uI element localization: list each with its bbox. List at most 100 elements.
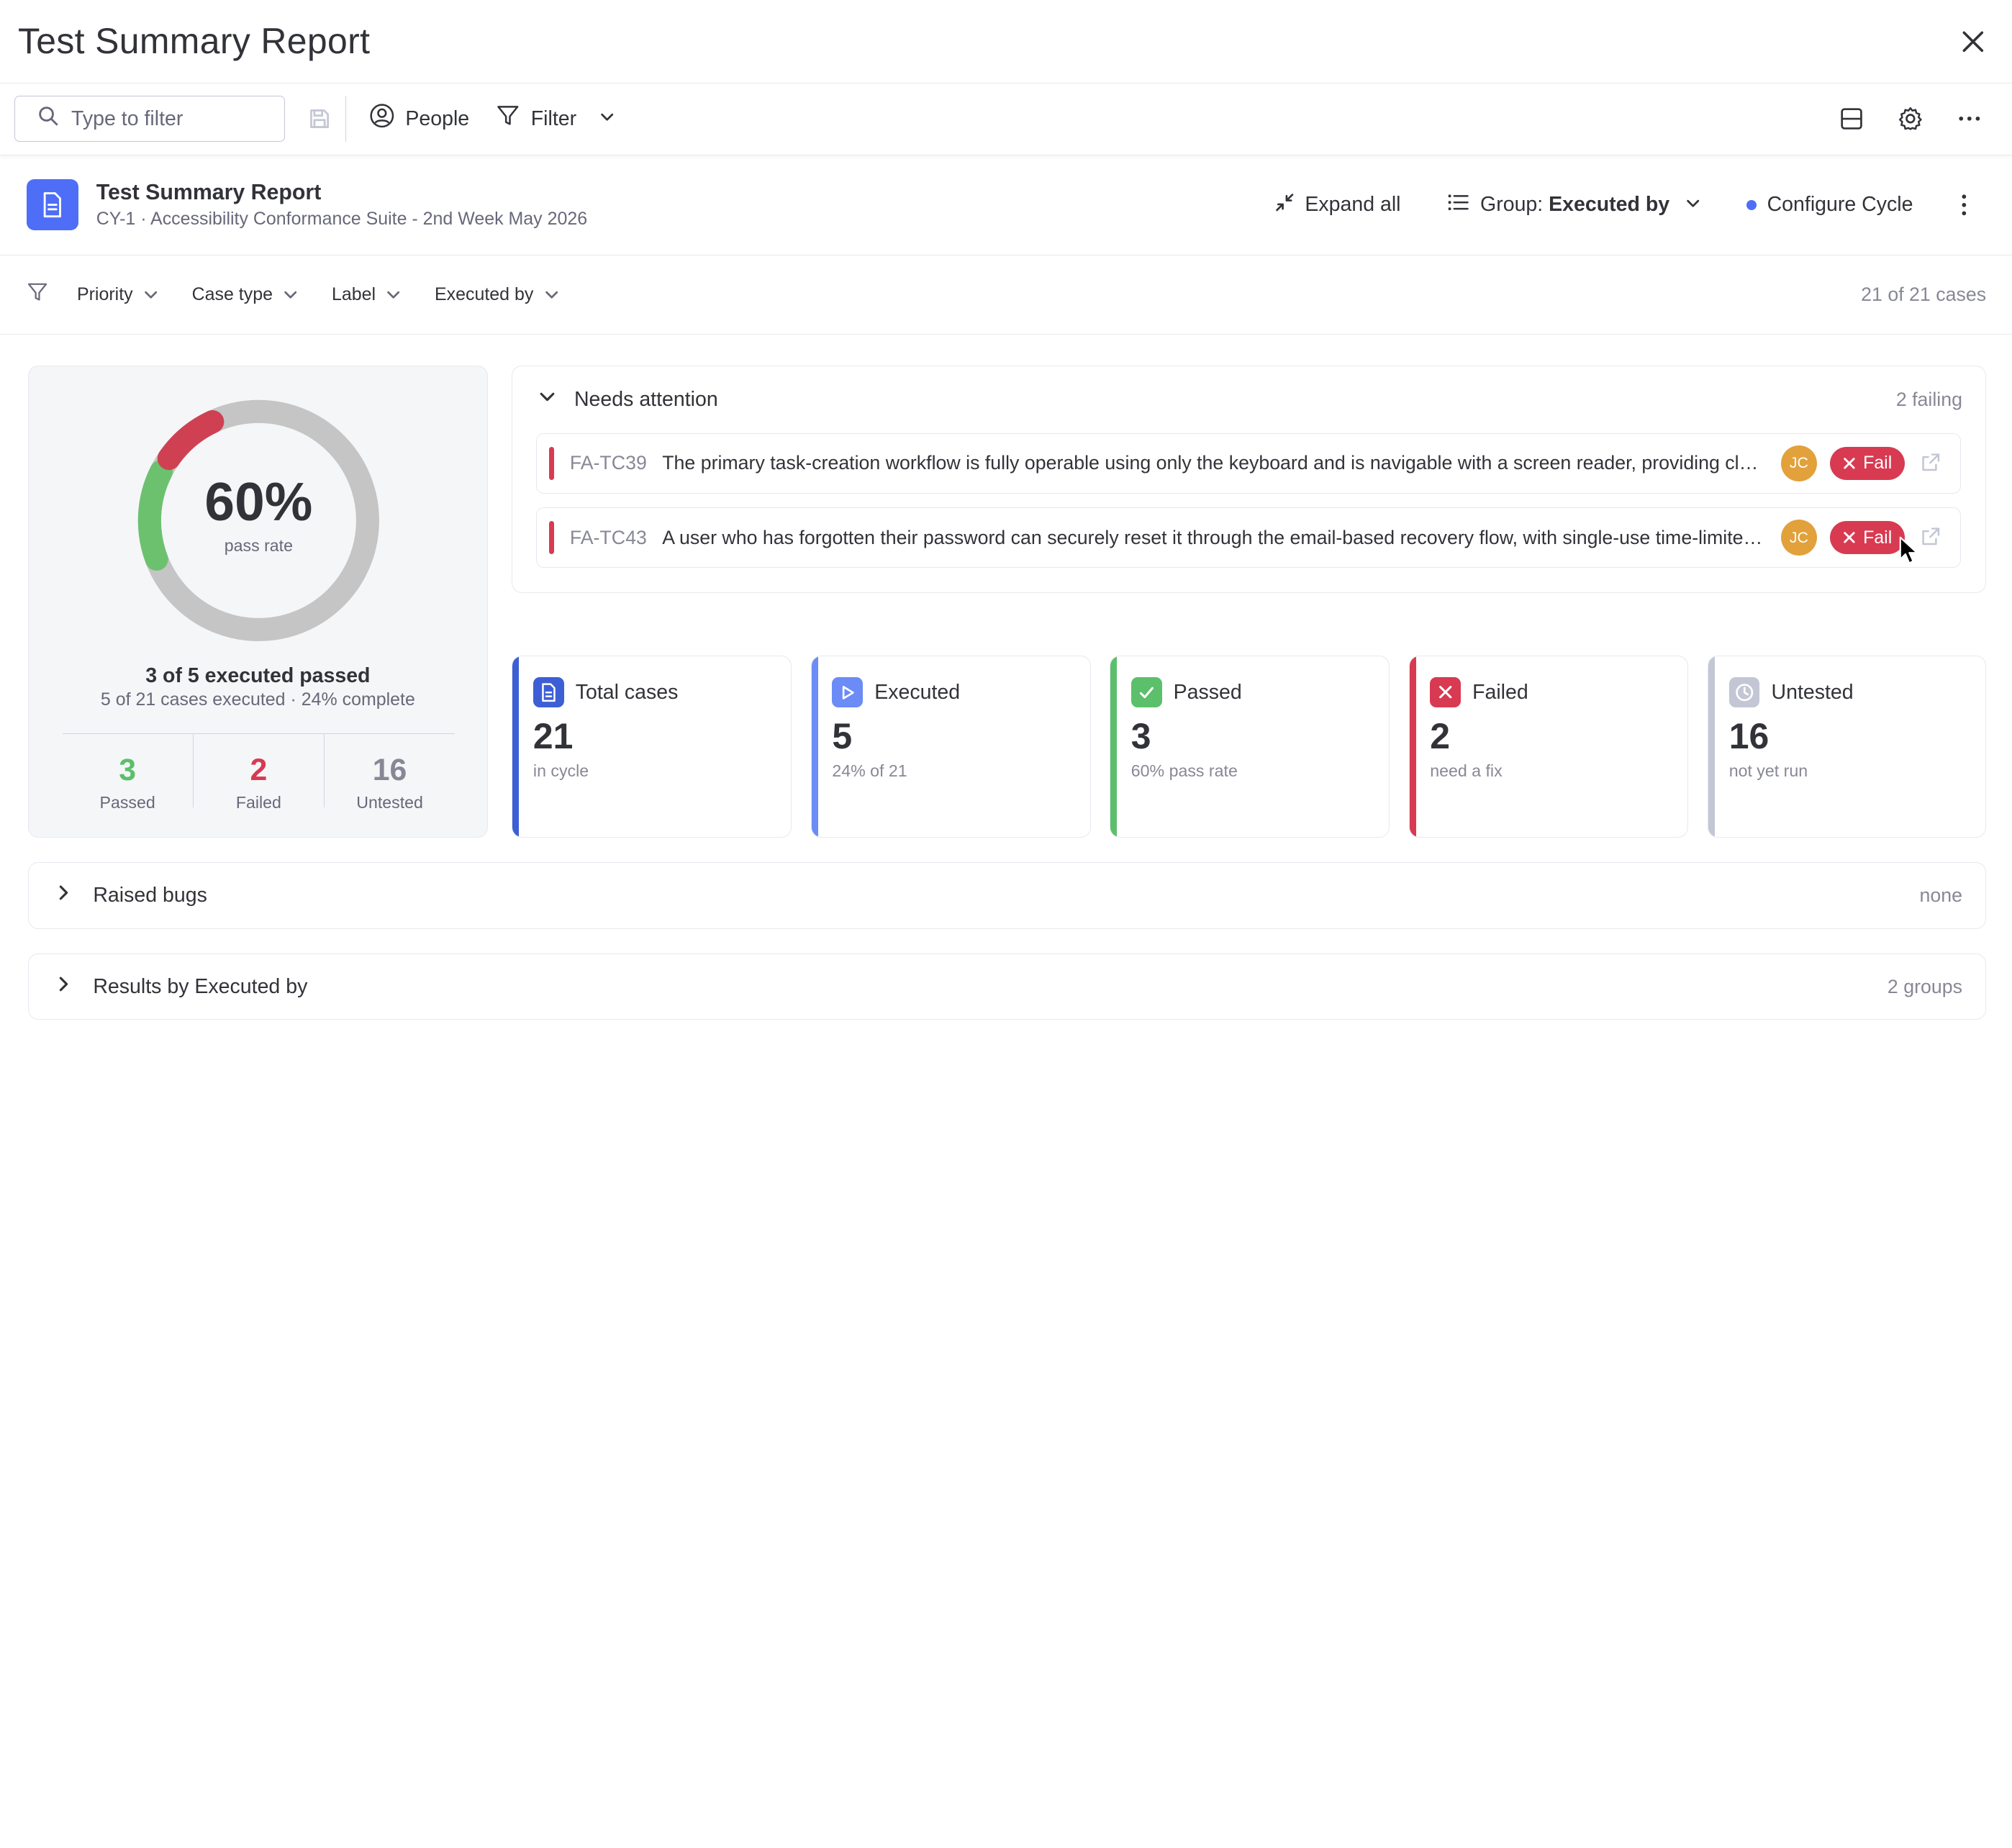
- filter-label[interactable]: Label: [332, 284, 402, 305]
- case-title[interactable]: A user who has forgotten their password …: [662, 527, 1763, 549]
- chevron-right-icon[interactable]: [55, 884, 73, 907]
- raised-bugs-section[interactable]: Raised bugs none: [28, 862, 1987, 929]
- raised-bugs-count: none: [1919, 884, 1962, 907]
- close-icon[interactable]: [1953, 21, 1994, 62]
- failed-value: 2: [1430, 716, 1450, 757]
- document-icon: [27, 179, 78, 231]
- stat-untested: 16 Untested: [323, 734, 455, 812]
- collapse-arrows-icon: [1274, 192, 1295, 219]
- filter-case-type-label: Case type: [191, 284, 273, 305]
- untested-card: Untested 16 not yet run: [1708, 656, 1987, 838]
- needs-attention-header[interactable]: Needs attention 2 failing: [512, 366, 1985, 433]
- filter-label-label: Label: [331, 284, 376, 305]
- group-by-dropdown[interactable]: Group: Executed by: [1434, 182, 1713, 228]
- configure-cycle-label: Configure Cycle: [1767, 193, 1913, 217]
- executed-value: 5: [832, 716, 853, 757]
- filter-priority-label: Priority: [76, 284, 133, 305]
- filter-priority[interactable]: Priority: [77, 284, 158, 305]
- total-cases-sub: in cycle: [533, 761, 589, 781]
- external-link-icon[interactable]: [1921, 526, 1944, 549]
- toolbar-divider: [345, 96, 347, 142]
- expand-all-label: Expand all: [1305, 193, 1401, 217]
- avatar[interactable]: JC: [1780, 445, 1817, 481]
- filter-executed-by-label: Executed by: [434, 284, 534, 305]
- chevron-down-icon[interactable]: [538, 388, 556, 412]
- filter-case-type[interactable]: Case type: [192, 284, 299, 305]
- failing-case-row[interactable]: FA-TC39 The primary task-creation workfl…: [535, 432, 1962, 494]
- save-icon[interactable]: [296, 96, 343, 142]
- mouse-cursor-icon: [1899, 536, 1918, 564]
- stat-passed-label: Passed: [99, 793, 155, 812]
- group-prefix: Group:: [1480, 193, 1544, 217]
- more-horizontal-icon[interactable]: [1949, 99, 1990, 140]
- executed-sub: 24% of 21: [832, 761, 907, 781]
- people-button[interactable]: People: [357, 96, 482, 142]
- filter-button[interactable]: Filter: [482, 96, 627, 142]
- gear-icon[interactable]: [1890, 99, 1931, 140]
- failed-label: Failed: [1472, 680, 1528, 704]
- pass-rate-value: 60%: [204, 471, 313, 532]
- search-box[interactable]: [14, 96, 285, 142]
- stat-failed: 2 Failed: [192, 734, 324, 812]
- summary-subline: 5 of 21 cases executed · 24% complete: [100, 689, 415, 710]
- x-icon: [1430, 676, 1462, 708]
- chevron-right-icon[interactable]: [55, 975, 73, 999]
- pass-rate-donut: 60% pass rate: [137, 399, 381, 643]
- results-by-executed-section[interactable]: Results by Executed by 2 groups: [28, 953, 1987, 1020]
- title-bar: Test Summary Report: [0, 0, 2012, 83]
- people-label: People: [405, 107, 470, 130]
- x-icon: [1843, 458, 1855, 469]
- report-header: Test Summary Report CY-1 · Accessibility…: [0, 155, 2012, 255]
- layout-icon[interactable]: [1831, 99, 1872, 140]
- case-id[interactable]: FA-TC39: [570, 452, 647, 474]
- more-vertical-icon[interactable]: [1944, 184, 1985, 225]
- person-circle-icon: [369, 103, 395, 135]
- executed-label: Executed: [874, 680, 961, 704]
- report-subtitle: CY-1 · Accessibility Conformance Suite -…: [96, 208, 588, 229]
- raised-bugs-title: Raised bugs: [93, 884, 207, 907]
- document-icon: [533, 676, 564, 708]
- report-title: Test Summary Report: [96, 180, 322, 204]
- x-icon: [1843, 532, 1855, 543]
- avatar[interactable]: JC: [1780, 520, 1817, 556]
- stat-passed-value: 3: [119, 752, 137, 787]
- fail-status-button[interactable]: Fail: [1829, 446, 1905, 480]
- needs-attention-panel: Needs attention 2 failing FA-TC39 The pr…: [512, 366, 1987, 593]
- chevron-down-icon: [284, 291, 297, 299]
- failed-card: Failed 2 need a fix: [1408, 656, 1689, 838]
- clock-icon: [1728, 676, 1760, 708]
- chevron-down-icon: [545, 291, 558, 299]
- failed-sub: need a fix: [1430, 761, 1503, 781]
- untested-sub: not yet run: [1728, 761, 1808, 781]
- play-icon: [832, 676, 864, 708]
- stat-failed-label: Failed: [235, 793, 281, 812]
- executed-card: Executed 5 24% of 21: [810, 656, 1091, 838]
- case-title[interactable]: The primary task-creation workflow is fu…: [662, 452, 1763, 474]
- list-icon: [1447, 192, 1470, 219]
- summary-stats: 3 Passed 2 Failed 16 Untested: [62, 733, 456, 812]
- filter-label: Filter: [530, 107, 577, 130]
- chevron-down-icon: [387, 291, 400, 299]
- results-by-executed-title: Results by Executed by: [93, 974, 308, 998]
- untested-label: Untested: [1771, 680, 1854, 704]
- dialog: Test Summary Report People Filter: [0, 0, 2012, 1036]
- status-dot: [1746, 199, 1757, 210]
- case-id[interactable]: FA-TC43: [570, 527, 647, 549]
- window-title: Test Summary Report: [17, 21, 371, 62]
- total-cases-value: 21: [533, 716, 574, 757]
- expand-all-button[interactable]: Expand all: [1261, 182, 1414, 228]
- stat-untested-label: Untested: [356, 793, 423, 812]
- configure-cycle-button[interactable]: Configure Cycle: [1734, 182, 1926, 228]
- fail-status-button[interactable]: Fail: [1829, 520, 1905, 555]
- external-link-icon[interactable]: [1921, 452, 1944, 475]
- search-input[interactable]: [71, 107, 264, 131]
- chevron-down-icon: [1685, 193, 1700, 217]
- stat-passed: 3 Passed: [63, 734, 193, 812]
- pass-rate-card: 60% pass rate 3 of 5 executed passed 5 o…: [28, 366, 488, 838]
- passed-value: 3: [1130, 716, 1151, 757]
- filter-executed-by[interactable]: Executed by: [435, 284, 559, 305]
- chevron-down-icon: [599, 107, 615, 131]
- fail-status-label: Fail: [1863, 453, 1893, 474]
- untested-value: 16: [1728, 716, 1769, 757]
- failing-case-row[interactable]: FA-TC43 A user who has forgotten their p…: [535, 507, 1962, 569]
